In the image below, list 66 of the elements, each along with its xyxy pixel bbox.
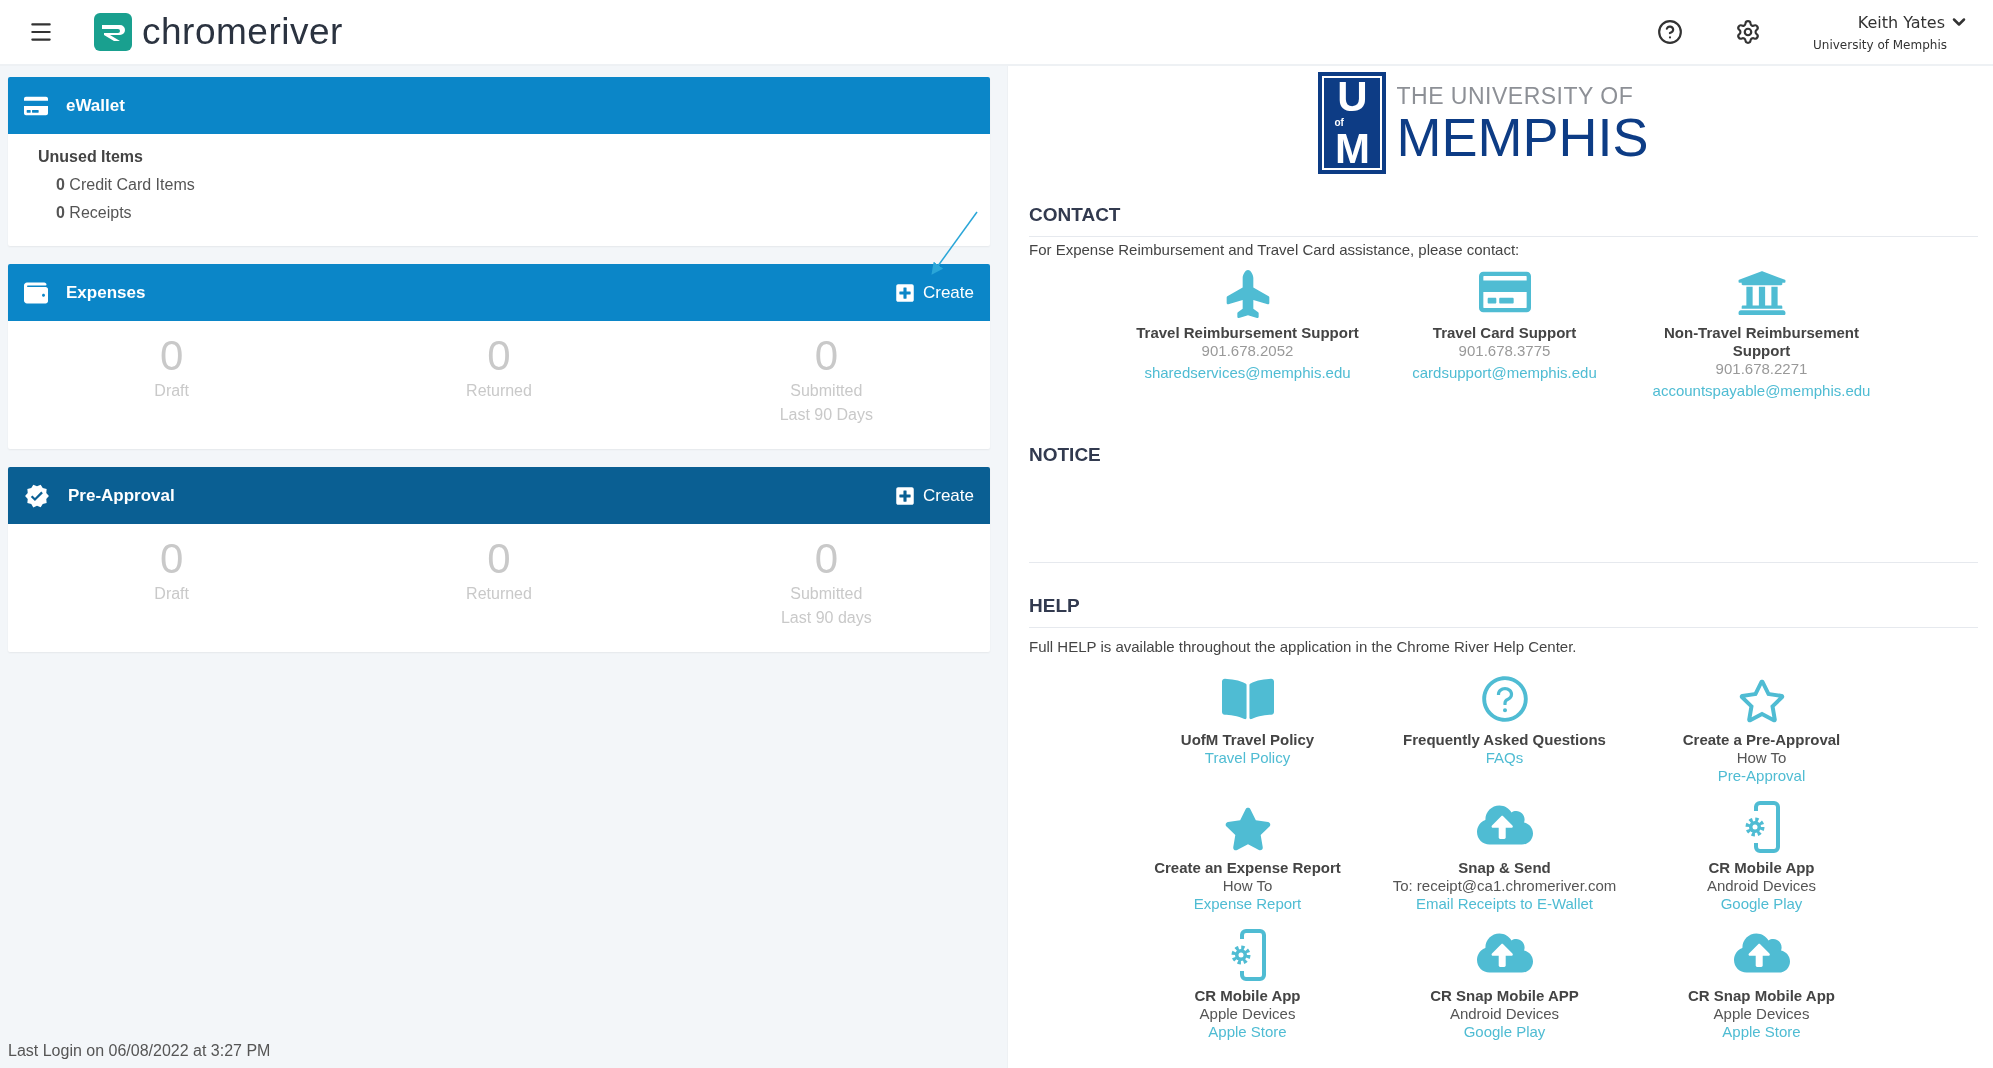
help-link[interactable]: Expense Report xyxy=(1193,895,1302,913)
help-link[interactable]: Travel Policy xyxy=(1204,749,1291,767)
logo-subtitle: THE UNIVERSITY OF xyxy=(1396,82,1635,110)
help-item-subtitle: Apple Devices xyxy=(1713,1005,1810,1023)
help-item-title: Frequently Asked Questions xyxy=(1403,731,1606,749)
help-item-title: UofM Travel Policy xyxy=(1180,731,1315,749)
help-item-subtitle: Android Devices xyxy=(1706,877,1817,895)
help-item-title: CR Mobile App xyxy=(1194,987,1301,1005)
help-item-subtitle: To: receipt@ca1.chromeriver.com xyxy=(1392,877,1617,895)
logo-letter: U xyxy=(1337,76,1368,118)
section-heading: Unused Items xyxy=(38,148,144,166)
star-outline-icon xyxy=(1737,677,1786,725)
brand-logo-icon xyxy=(94,13,132,51)
unused-item-count: 0 Credit Card Items xyxy=(56,176,196,194)
help-link[interactable]: Email Receipts to E-Wallet xyxy=(1416,895,1593,913)
panel-title: eWallet xyxy=(66,95,125,116)
last-login: Last Login on 06/08/2022 at 3:27 PM xyxy=(8,1042,272,1060)
section-title: HELP xyxy=(1029,595,1978,628)
help-link[interactable]: Google Play xyxy=(1463,1023,1546,1041)
user-menu[interactable]: Keith Yates xyxy=(1857,12,1969,32)
organization-name: University of Memphis xyxy=(1813,38,1947,52)
help-link[interactable]: FAQs xyxy=(1485,749,1524,767)
help-link[interactable]: Google Play xyxy=(1720,895,1803,913)
section-title: CONTACT xyxy=(1029,204,1978,237)
brand-name: chromeriver xyxy=(142,11,343,53)
logo-letter: M xyxy=(1335,128,1370,170)
help-link[interactable]: Apple Store xyxy=(1208,1023,1287,1041)
contact-email-link[interactable]: cardsupport@memphis.edu xyxy=(1412,364,1597,382)
contact-phone: 901.678.2271 xyxy=(1715,360,1808,378)
star-icon xyxy=(1223,805,1272,853)
create-button[interactable]: Create xyxy=(894,485,974,506)
help-item-subtitle: How To xyxy=(1222,877,1273,895)
unused-item-count: 0 Receipts xyxy=(56,204,133,222)
help-item-title: CR Mobile App xyxy=(1708,859,1815,877)
help-icon[interactable] xyxy=(1657,19,1684,45)
contact-name: Travel Reimbursement Support xyxy=(1136,324,1359,342)
bank-icon xyxy=(1736,268,1787,318)
contact-name: Non-Travel Reimbursement Support xyxy=(1662,324,1861,360)
help-item-title: CR Snap Mobile App xyxy=(1688,987,1835,1005)
settings-icon[interactable] xyxy=(1735,19,1762,45)
check-badge-icon xyxy=(24,482,50,509)
contact-email-link[interactable]: accountspayable@memphis.edu xyxy=(1652,382,1871,400)
contact-phone: 901.678.3775 xyxy=(1458,342,1551,360)
help-item-title: Create a Pre-Approval xyxy=(1682,731,1841,749)
help-item-subtitle: Apple Devices xyxy=(1199,1005,1296,1023)
contact-intro: For Expense Reimbursement and Travel Card assistance, please contact: xyxy=(1029,241,1521,258)
panel-title: Pre-Approval xyxy=(68,485,175,506)
help-link[interactable]: Apple Store xyxy=(1722,1023,1801,1041)
section-title: NOTICE xyxy=(1029,444,1102,467)
plus-icon xyxy=(894,485,915,506)
help-item-subtitle: Android Devices xyxy=(1449,1005,1560,1023)
wallet-icon xyxy=(24,280,48,305)
help-item-title: Snap & Send xyxy=(1458,859,1551,877)
help-item-subtitle: How To xyxy=(1736,749,1787,767)
panel-title: Expenses xyxy=(66,282,146,303)
help-intro: Full HELP is available throughout the application in the Chrome River Help Center. xyxy=(1029,638,1578,655)
logo-letter: of xyxy=(1334,118,1344,128)
logo-title: MEMPHIS xyxy=(1396,109,1649,164)
help-item-title: CR Snap Mobile APP xyxy=(1430,987,1579,1005)
contact-email-link[interactable]: sharedservices@memphis.edu xyxy=(1144,364,1351,382)
contact-phone: 901.678.2052 xyxy=(1201,342,1294,360)
help-item-title: Create an Expense Report xyxy=(1154,859,1341,877)
create-button[interactable]: Create xyxy=(894,282,974,303)
plus-icon xyxy=(894,282,915,303)
contact-name: Travel Card Support xyxy=(1432,324,1577,342)
help-link[interactable]: Pre-Approval xyxy=(1717,767,1806,785)
